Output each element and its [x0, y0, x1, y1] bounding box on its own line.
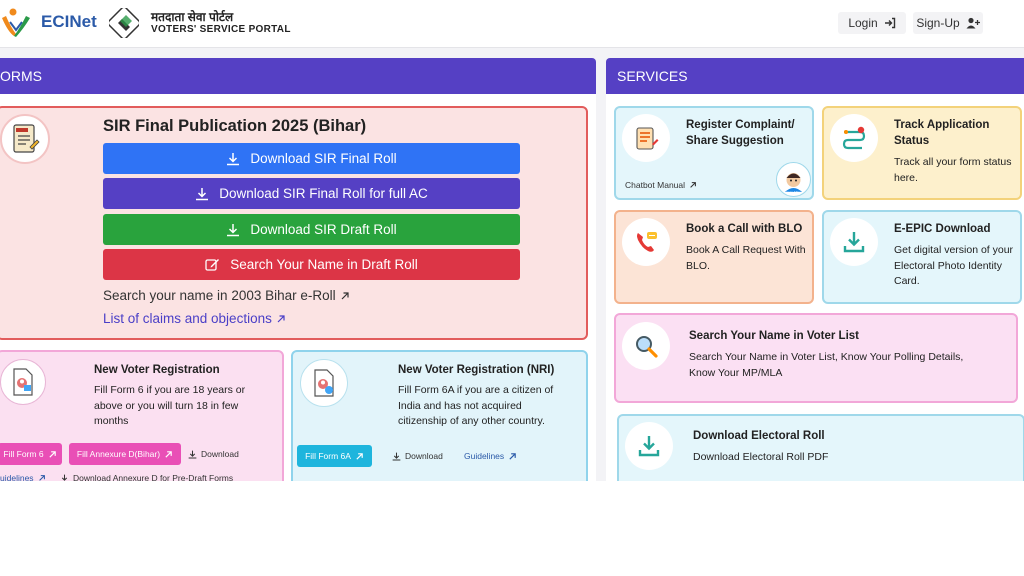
button-label: Download SIR Final Roll	[250, 151, 397, 166]
download-sir-final-roll-full-ac-button[interactable]: Download SIR Final Roll for full AC	[103, 178, 520, 209]
login-button[interactable]: Login	[838, 12, 906, 34]
external-link-icon	[509, 452, 516, 460]
claims-label: List of claims and objections	[103, 311, 272, 326]
search-2003-eroll-link[interactable]: Search your name in 2003 Bihar e-Roll	[103, 288, 350, 303]
guidelines-label: uidelines	[0, 473, 34, 481]
download-sir-draft-roll-button[interactable]: Download SIR Draft Roll	[103, 214, 520, 245]
external-link-icon	[277, 314, 285, 322]
guidelines-label: Guidelines	[464, 451, 505, 461]
download-annexure-label: Download Annexure D for Pre-Draft Forms	[73, 473, 234, 481]
signup-button[interactable]: Sign-Up	[913, 12, 983, 34]
download-icon	[196, 187, 209, 200]
external-link-icon	[690, 182, 696, 188]
brand-name: ECINet	[41, 12, 97, 31]
electoral-roll-title: Download Electoral Roll	[693, 430, 825, 442]
voters-portal-emblem-icon	[109, 8, 139, 38]
services-panel-header: SERVICES	[606, 58, 1024, 94]
external-link-icon	[48, 450, 56, 458]
new-voter-guidelines-link[interactable]: uidelines	[0, 473, 46, 481]
epic-download-icon	[830, 218, 878, 266]
external-link-icon	[356, 452, 363, 460]
download-icon	[61, 474, 68, 481]
download-label: Download	[405, 451, 443, 461]
blo-title: Book a Call with BLO	[686, 223, 803, 235]
electoral-roll-text: Download Electoral Roll PDF	[693, 451, 829, 463]
fill-annexure-d-button[interactable]: Fill Annexure D(Bihar)	[69, 443, 181, 465]
track-text: Track all your form status here.	[894, 156, 1012, 184]
login-label: Login	[848, 16, 878, 30]
viewport: ECINet मतदाता सेवा पोर्टल VOTERS' SERVIC…	[0, 0, 1024, 481]
external-link-icon	[165, 450, 172, 458]
edit-icon	[205, 259, 220, 271]
phone-call-icon	[622, 218, 670, 266]
external-link-icon	[38, 475, 45, 481]
download-sir-final-roll-button[interactable]: Download SIR Final Roll	[103, 143, 520, 174]
fill-form-6a-button[interactable]: Fill Form 6A	[297, 445, 372, 467]
nri-title: New Voter Registration (NRI)	[398, 364, 555, 376]
search-voter-text: Search Your Name in Voter List, Know You…	[689, 351, 964, 379]
new-voter-title: New Voter Registration	[94, 364, 220, 376]
forms-panel-title: ORMS	[0, 68, 42, 84]
download-annexure-d-link[interactable]: Download Annexure D for Pre-Draft Forms	[60, 473, 233, 481]
sir-form-icon	[0, 114, 50, 164]
top-header: ECINet मतदाता सेवा पोर्टल VOTERS' SERVIC…	[0, 0, 1024, 48]
download-icon	[227, 152, 240, 165]
portal-name-hindi: मतदाता सेवा पोर्टल	[151, 10, 234, 24]
nri-form-icon	[300, 359, 348, 407]
button-label: Download SIR Final Roll for full AC	[219, 186, 428, 201]
services-panel-title: SERVICES	[617, 68, 688, 84]
epic-title: E-EPIC Download	[894, 223, 991, 235]
fill-form-6-button[interactable]: Fill Form 6	[0, 443, 62, 465]
external-link-icon	[341, 291, 349, 299]
download-electoral-roll-card[interactable]	[617, 414, 1024, 481]
download-label: Download	[201, 449, 239, 459]
fill-annexure-label: Fill Annexure D(Bihar)	[76, 449, 161, 459]
new-voter-download-link[interactable]: Download	[188, 449, 239, 459]
download-icon	[188, 450, 197, 459]
sir-title: SIR Final Publication 2025 (Bihar)	[103, 117, 367, 135]
fill-form-6-label: Fill Form 6	[3, 449, 44, 459]
voter-mitra-chatbot-icon[interactable]: Voter Mitra	[776, 162, 811, 197]
electoral-roll-download-icon	[625, 422, 673, 470]
blo-text: Book A Call Request With BLO.	[686, 244, 806, 272]
signup-label: Sign-Up	[916, 16, 960, 30]
chatbot-label: Chatbot Manual	[625, 180, 686, 190]
voter-form-icon	[0, 359, 46, 405]
login-icon	[884, 17, 895, 29]
nri-guidelines-link[interactable]: Guidelines	[464, 451, 517, 461]
claims-objections-link[interactable]: List of claims and objections	[103, 311, 286, 326]
voter-mitra-badge: Voter Mitra	[786, 190, 801, 194]
track-status-icon	[830, 114, 878, 162]
download-icon	[227, 223, 240, 236]
download-icon	[392, 452, 401, 461]
search-name-draft-roll-button[interactable]: Search Your Name in Draft Roll	[103, 249, 520, 280]
fill-form-6a-label: Fill Form 6A	[305, 451, 351, 461]
portal-name-english: VOTERS' SERVICE PORTAL	[151, 24, 291, 35]
nri-text: Fill Form 6A if you are a citizen of Ind…	[398, 384, 554, 427]
search-voter-title: Search Your Name in Voter List	[689, 330, 859, 342]
forms-panel-header: ORMS	[0, 58, 596, 94]
complaint-title: Register Complaint/ Share Suggestion	[686, 119, 795, 147]
eci-logo-icon	[2, 8, 30, 37]
chatbot-manual-link[interactable]: Chatbot Manual	[625, 180, 697, 190]
new-voter-text: Fill Form 6 if you are 18 years or above…	[94, 384, 246, 427]
search-magnifier-icon	[622, 322, 670, 370]
button-label: Search Your Name in Draft Roll	[230, 257, 418, 272]
track-title: Track Application Status	[894, 119, 990, 147]
epic-text: Get digital version of your Electoral Ph…	[894, 244, 1014, 287]
search-2003-label: Search your name in 2003 Bihar e-Roll	[103, 288, 336, 303]
nri-download-link[interactable]: Download	[392, 451, 443, 461]
button-label: Download SIR Draft Roll	[250, 222, 397, 237]
complaint-form-icon	[622, 114, 670, 162]
add-user-icon	[966, 17, 980, 29]
